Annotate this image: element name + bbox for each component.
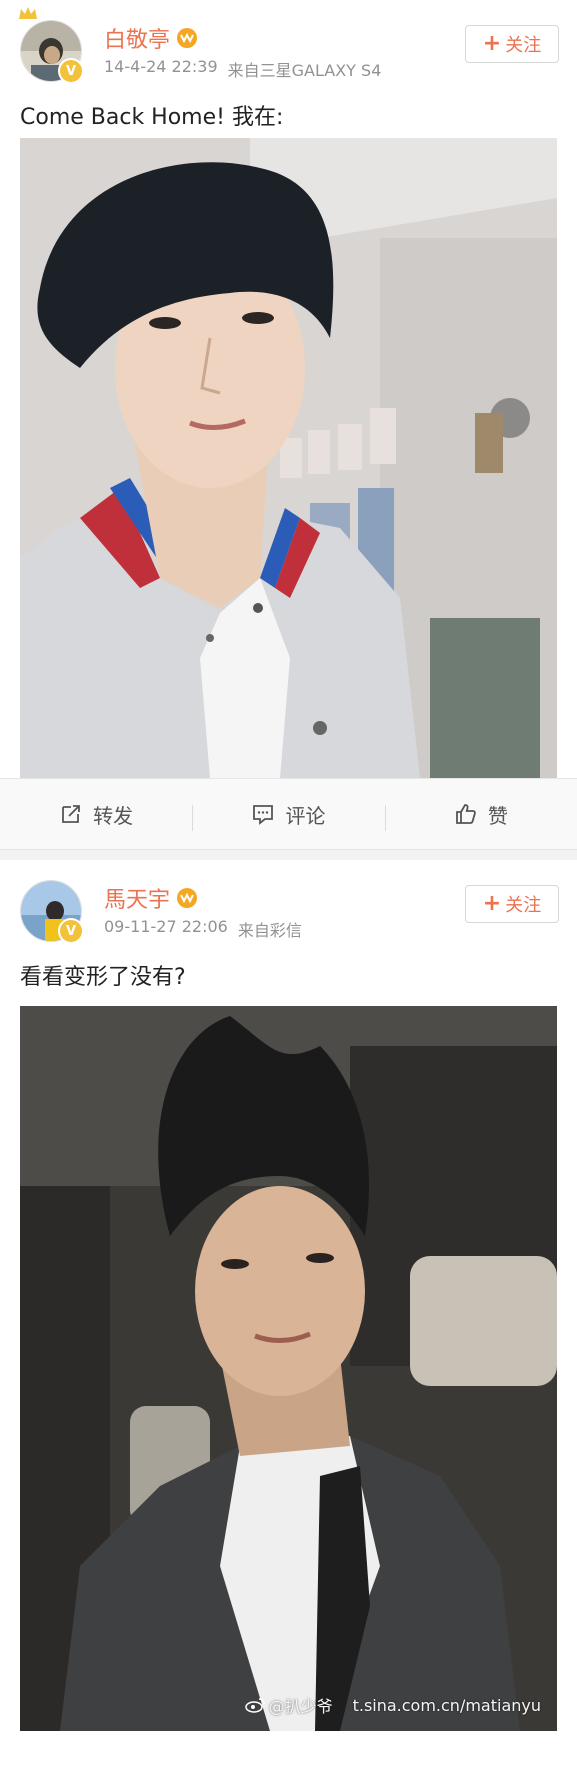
repost-button[interactable]: 转发 <box>0 800 192 829</box>
repost-label: 转发 <box>93 803 134 828</box>
comment-icon <box>253 805 274 825</box>
post-text: Come Back Home! 我在: <box>20 105 284 130</box>
post-text: 看看变形了没有? <box>20 965 186 990</box>
vip-icon <box>177 888 198 908</box>
like-button[interactable]: 赞 <box>384 800 577 831</box>
selfie-photo <box>20 138 557 778</box>
timestamp: 14-4-24 22:39 <box>104 57 218 76</box>
follow-button[interactable]: + 关注 <box>465 25 559 63</box>
watermark-handle: @扒少爷 <box>268 1697 333 1716</box>
avatar[interactable]: V <box>20 880 84 944</box>
post-meta: 14-4-24 22:39 来自三星GALAXY S4 <box>104 57 381 81</box>
comment-button[interactable]: 评论 <box>192 800 384 831</box>
comment-label: 评论 <box>285 803 326 828</box>
verified-badge-icon: V <box>58 918 84 944</box>
follow-label: 关注 <box>505 895 542 916</box>
plus-icon: + <box>482 31 502 56</box>
post-2: V 馬天宇 09-11-27 22:06 来自彩信 + 关注 看看变形了没有? <box>0 860 577 1731</box>
post-1: V 白敬亭 14-4-24 22:39 来自三星GALAXY S4 + 关注 C… <box>0 0 577 850</box>
weibo-watermark: @扒少爷 <box>244 1693 333 1717</box>
weibo-logo-icon <box>244 1698 265 1713</box>
follow-label: 关注 <box>505 35 542 56</box>
watermark-url: t.sina.com.cn/matianyu <box>352 1695 541 1715</box>
vip-icon <box>177 28 198 48</box>
username[interactable]: 白敬亭 <box>104 22 198 54</box>
username[interactable]: 馬天宇 <box>104 882 198 914</box>
selfie-photo <box>20 1006 557 1731</box>
action-bar: 转发 评论 赞 <box>0 778 577 850</box>
post-header: V 白敬亭 14-4-24 22:39 来自三星GALAXY S4 + 关注 <box>0 0 577 88</box>
thumbs-up-icon <box>455 804 476 824</box>
timestamp: 09-11-27 22:06 <box>104 917 228 936</box>
watermark: @扒少爷 t.sina.com.cn/matianyu <box>244 1693 541 1717</box>
post-photo[interactable] <box>20 138 557 778</box>
post-divider <box>0 850 577 860</box>
like-label: 赞 <box>487 803 508 828</box>
post-header: V 馬天宇 09-11-27 22:06 来自彩信 + 关注 <box>0 860 577 948</box>
post-photo[interactable]: @扒少爷 t.sina.com.cn/matianyu <box>20 1006 557 1731</box>
source: 来自彩信 <box>237 921 302 940</box>
source: 来自三星GALAXY S4 <box>227 61 382 80</box>
username-text[interactable]: 馬天宇 <box>104 882 170 914</box>
crown-icon <box>19 7 37 19</box>
follow-button[interactable]: + 关注 <box>465 885 559 923</box>
verified-badge-icon: V <box>58 58 84 84</box>
plus-icon: + <box>482 891 502 916</box>
post-meta: 09-11-27 22:06 来自彩信 <box>104 917 302 941</box>
avatar[interactable]: V <box>20 20 84 84</box>
username-text[interactable]: 白敬亭 <box>104 22 170 54</box>
repost-icon <box>62 805 81 823</box>
